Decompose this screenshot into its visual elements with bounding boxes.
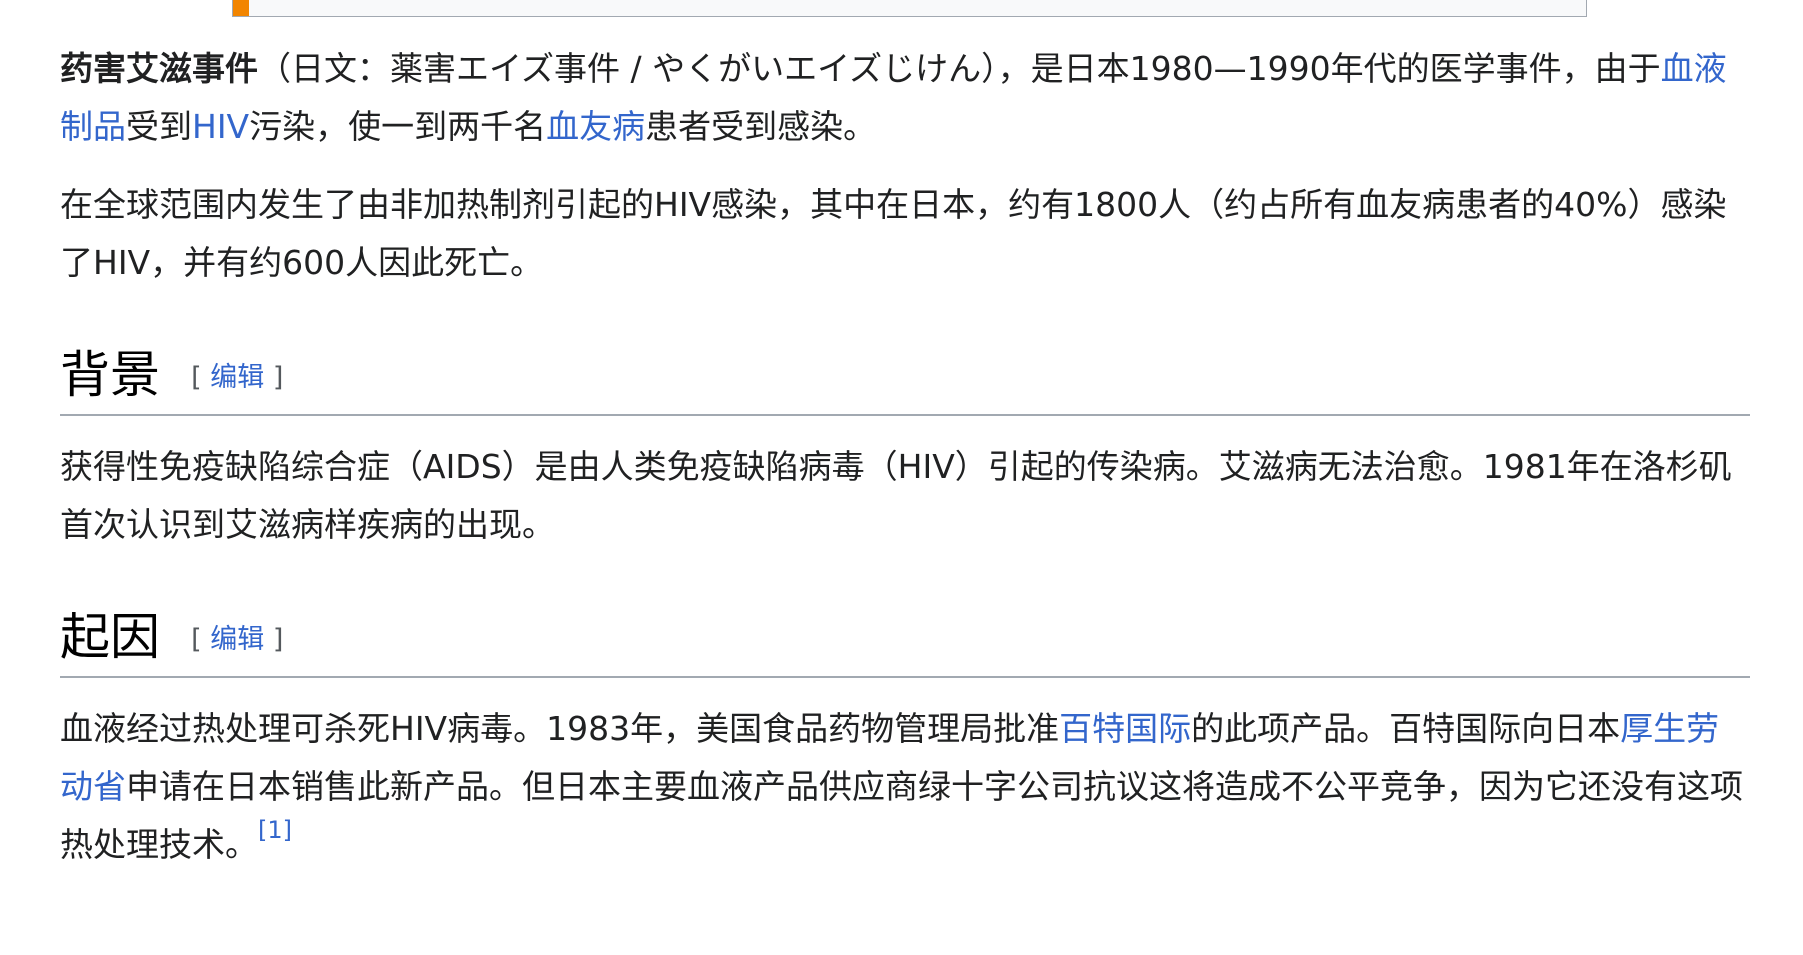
intro-text-3: 污染，使一到两千名: [249, 107, 547, 146]
cause-text-3: 申请在日本销售此新产品。但日本主要血液产品供应商绿十字公司抗议这将造成不公平竞争…: [60, 767, 1743, 864]
edit-bracket-close: ]: [272, 624, 284, 655]
link-baxter-international[interactable]: 百特国际: [1059, 709, 1191, 748]
article-content: 药害艾滋事件（日文：薬害エイズ事件 / やくがいエイズじけん），是日本1980—…: [60, 40, 1750, 894]
intro-paragraph-2: 在全球范围内发生了由非加热制剂引起的HIV感染，其中在日本，约有1800人（约占…: [60, 185, 1727, 282]
cause-text-2: 的此项产品。百特国际向日本: [1191, 709, 1621, 748]
link-hiv[interactable]: HIV: [192, 107, 249, 146]
top-box-accent: [233, 0, 249, 16]
edit-bracket-open: [: [191, 362, 202, 393]
edit-bracket-close: ]: [272, 362, 284, 393]
reference-link-1[interactable]: [1]: [258, 816, 292, 844]
link-hemophilia[interactable]: 血友病: [546, 107, 645, 146]
intro-text-2: 受到: [126, 107, 192, 146]
article-bold-title: 药害艾滋事件: [60, 49, 258, 88]
edit-section-cause: [ 编辑 ]: [191, 617, 283, 656]
intro-text-4: 患者受到感染。: [645, 107, 877, 146]
section-heading-background: 背景 [ 编辑 ]: [60, 342, 1750, 416]
intro-paragraph-1: 药害艾滋事件（日文：薬害エイズ事件 / やくがいエイズじけん），是日本1980—…: [60, 40, 1750, 156]
edit-link-background[interactable]: 编辑: [210, 362, 264, 393]
edit-bracket-open: [: [191, 624, 202, 655]
edit-section-background: [ 编辑 ]: [191, 355, 283, 394]
top-info-box: [232, 0, 1587, 17]
section-title-background: 背景: [60, 346, 160, 404]
cause-text-1: 血液经过热处理可杀死HIV病毒。1983年，美国食品药物管理局批准: [60, 709, 1060, 748]
section-heading-cause: 起因 [ 编辑 ]: [60, 604, 1750, 678]
reference-superscript: [1]: [258, 816, 292, 844]
edit-link-cause[interactable]: 编辑: [210, 624, 264, 655]
section-title-cause: 起因: [60, 608, 160, 666]
intro-text-1: （日文：薬害エイズ事件 / やくがいエイズじけん），是日本1980—1990年代…: [258, 49, 1661, 88]
cause-paragraph: 血液经过热处理可杀死HIV病毒。1983年，美国食品药物管理局批准百特国际的此项…: [60, 700, 1750, 874]
background-paragraph: 获得性免疫缺陷综合症（AIDS）是由人类免疫缺陷病毒（HIV）引起的传染病。艾滋…: [60, 447, 1732, 544]
